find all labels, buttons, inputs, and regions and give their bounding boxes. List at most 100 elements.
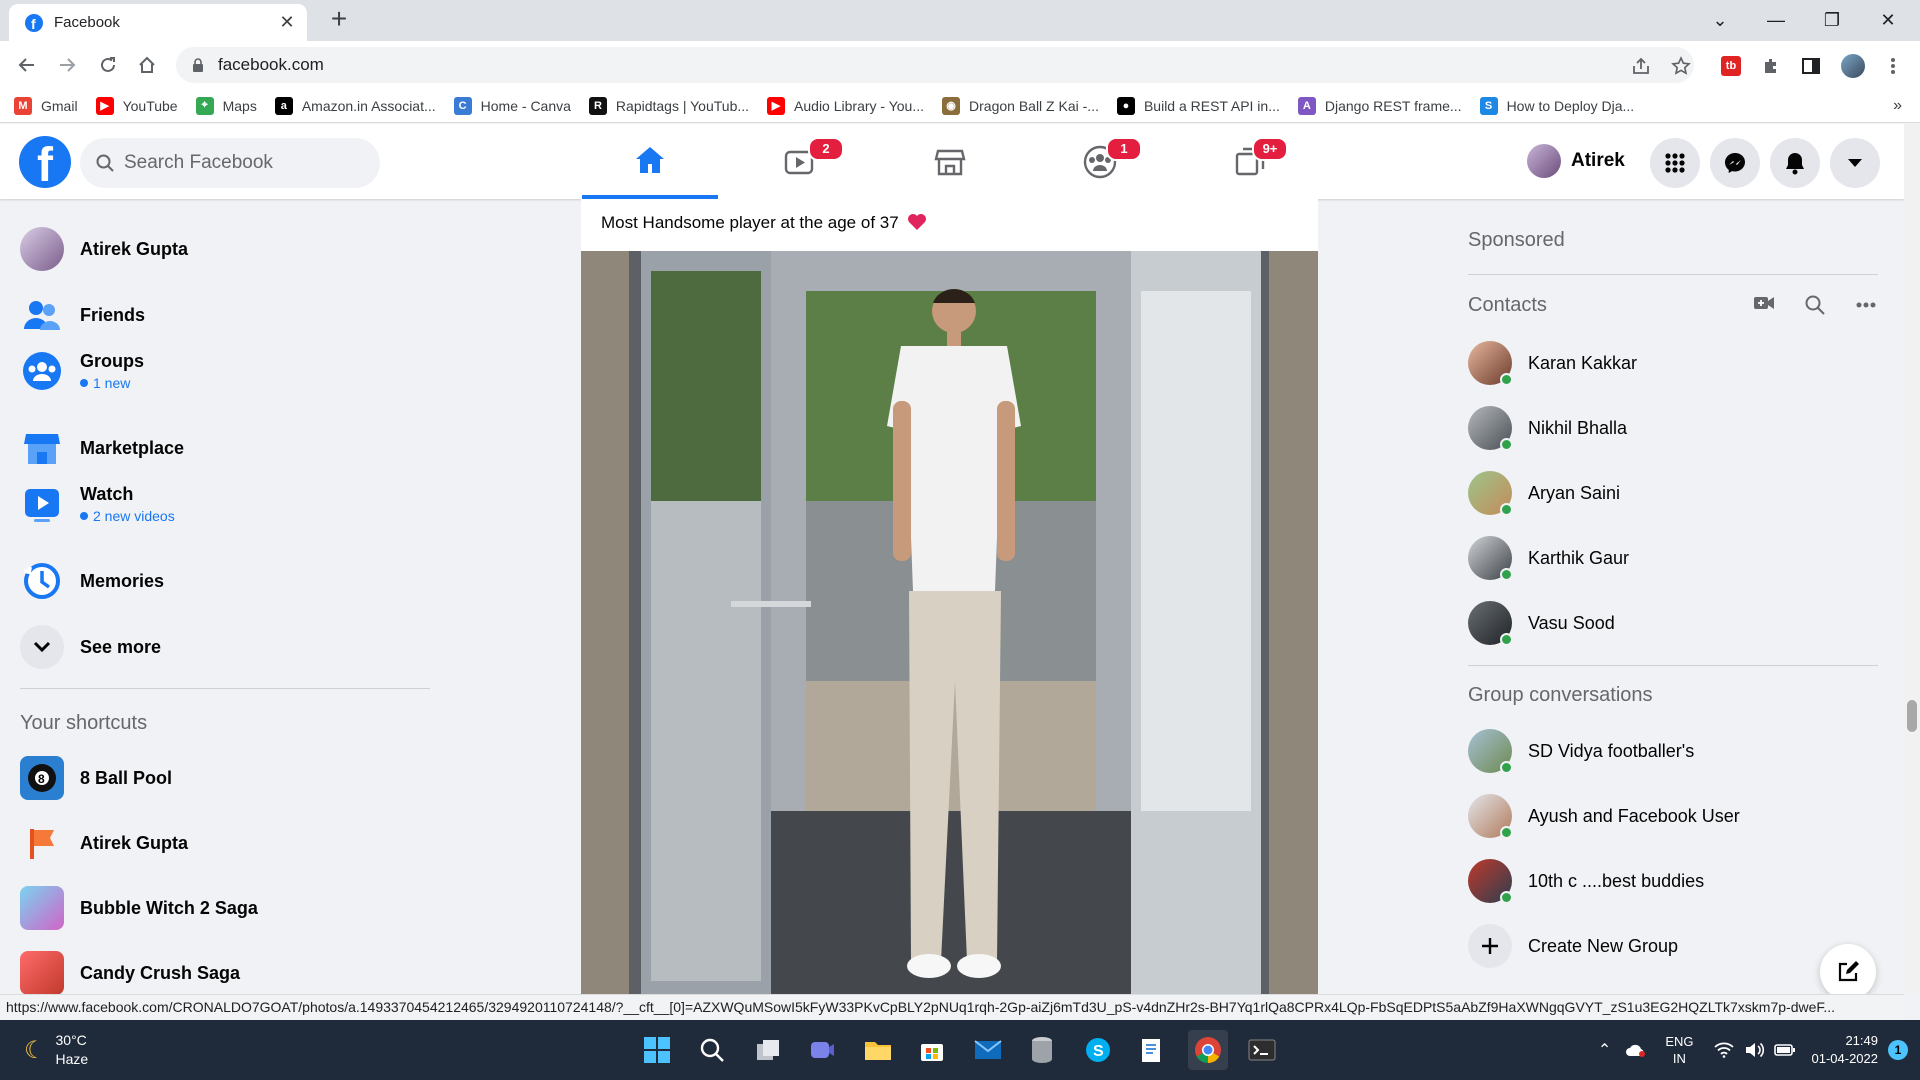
bookmark-label: Amazon.in Associat...: [301, 97, 436, 114]
sidebar-item-watch[interactable]: Watch 2 new videos: [20, 482, 175, 526]
file-explorer-icon[interactable]: [858, 1030, 898, 1070]
contact-karthik-gaur[interactable]: Karthik Gaur: [1468, 536, 1629, 581]
group-ayush-facebook-user[interactable]: Ayush and Facebook User: [1468, 794, 1740, 839]
weather-widget[interactable]: ☾ 30°C Haze: [24, 1031, 88, 1069]
sidebar-divider: [20, 688, 430, 689]
contact-nikhil-bhalla[interactable]: Nikhil Bhalla: [1468, 406, 1627, 451]
create-new-group-button[interactable]: Create New Group: [1468, 924, 1678, 968]
new-tab-button[interactable]: +: [325, 5, 353, 34]
teams-chat-icon[interactable]: [802, 1030, 842, 1070]
more-bookmarks-chevron-icon[interactable]: »: [1893, 97, 1902, 115]
back-arrow-icon[interactable]: [15, 53, 39, 77]
bookmark-item[interactable]: ▶ YouTube: [95, 96, 178, 115]
post-photo[interactable]: [581, 251, 1318, 994]
nav-tab-groups[interactable]: 1: [1032, 124, 1168, 199]
onedrive-icon[interactable]: [1625, 1043, 1647, 1057]
search-contacts-icon[interactable]: [1805, 295, 1825, 315]
mail-icon[interactable]: [968, 1030, 1008, 1070]
weather-temp: 30°C: [55, 1032, 87, 1048]
shortcut-bubble-witch[interactable]: Bubble Witch 2 Saga: [20, 886, 258, 930]
sidebar-item-friends[interactable]: Friends: [20, 293, 145, 337]
minimize-button[interactable]: —: [1748, 0, 1804, 41]
notifications-button[interactable]: [1770, 138, 1820, 188]
scrollbar-thumb[interactable]: [1907, 700, 1917, 732]
database-icon[interactable]: [1022, 1030, 1062, 1070]
home-icon[interactable]: [135, 53, 159, 77]
bookmark-item[interactable]: ● Build a REST API in...: [1116, 96, 1280, 115]
messenger-button[interactable]: [1710, 138, 1760, 188]
nav-tab-marketplace[interactable]: [882, 124, 1018, 199]
account-dropdown-button[interactable]: [1830, 138, 1880, 188]
contact-karan-kakkar[interactable]: Karan Kakkar: [1468, 341, 1637, 386]
group-sd-vidya[interactable]: SD Vidya footballer's: [1468, 729, 1695, 774]
terminal-icon[interactable]: [1242, 1030, 1282, 1070]
sidebar-item-profile[interactable]: Atirek Gupta: [20, 227, 188, 271]
share-icon[interactable]: [1628, 53, 1654, 79]
show-hidden-chevron-icon[interactable]: ⌃: [1598, 1040, 1611, 1060]
sponsored-heading: Sponsored: [1468, 229, 1565, 251]
wifi-icon[interactable]: [1713, 1042, 1734, 1058]
amazon-icon: a: [274, 96, 293, 115]
bookmark-item[interactable]: M Gmail: [14, 96, 78, 115]
restore-button[interactable]: ❐: [1804, 0, 1860, 41]
chrome-profile-avatar[interactable]: [1840, 53, 1866, 79]
shortcut-8-ball-pool[interactable]: 8 8 Ball Pool: [20, 756, 172, 800]
address-bar[interactable]: facebook.com: [176, 47, 1694, 83]
reload-icon[interactable]: [96, 53, 120, 77]
bookmark-item[interactable]: ◉ Dragon Ball Z Kai -...: [942, 96, 1099, 115]
nav-tab-home[interactable]: [582, 124, 718, 199]
chrome-icon[interactable]: [1188, 1030, 1228, 1070]
skype-icon[interactable]: S: [1078, 1030, 1118, 1070]
bookmark-item[interactable]: ⌖ Maps: [195, 96, 257, 115]
volume-icon[interactable]: [1744, 1042, 1764, 1058]
sidebar-item-groups[interactable]: Groups 1 new: [20, 349, 144, 393]
forward-arrow-icon[interactable]: [55, 53, 79, 77]
sidebar-item-memories[interactable]: Memories: [20, 559, 164, 603]
bookmark-item[interactable]: R Rapidtags | YouTub...: [588, 96, 749, 115]
group-10th-c-best-buddies[interactable]: 10th c ....best buddies: [1468, 859, 1704, 904]
battery-icon[interactable]: [1773, 1043, 1796, 1057]
notepad-icon[interactable]: [1132, 1030, 1172, 1070]
browser-tab-facebook[interactable]: f Facebook ✕: [9, 4, 307, 41]
facebook-logo-icon[interactable]: f: [19, 136, 71, 188]
bookmark-item[interactable]: S How to Deploy Dja...: [1479, 96, 1634, 115]
avatar: [1468, 729, 1513, 774]
language-indicator[interactable]: ENG IN: [1665, 1033, 1693, 1067]
online-indicator: [1500, 438, 1513, 451]
page-scrollbar[interactable]: [1904, 124, 1920, 994]
bookmark-item[interactable]: C Home - Canva: [453, 96, 571, 115]
8-ball-pool-icon: 8: [20, 756, 64, 800]
contacts-options-icon[interactable]: [1856, 302, 1876, 308]
sidebar-item-see-more[interactable]: See more: [20, 625, 161, 669]
nav-tab-watch[interactable]: 2: [732, 124, 868, 199]
bookmark-item[interactable]: A Django REST frame...: [1297, 96, 1462, 115]
bookmark-item[interactable]: ▶ Audio Library - You...: [767, 96, 924, 115]
contact-aryan-saini[interactable]: Aryan Saini: [1468, 471, 1620, 516]
microsoft-store-icon[interactable]: [912, 1030, 952, 1070]
side-panel-icon[interactable]: [1798, 53, 1824, 79]
extension-tb-icon[interactable]: tb: [1718, 53, 1744, 79]
group-name: SD Vidya footballer's: [1528, 740, 1695, 761]
shortcut-atirek-page[interactable]: Atirek Gupta: [20, 821, 188, 865]
start-windows-icon[interactable]: [637, 1030, 677, 1070]
bookmark-item[interactable]: a Amazon.in Associat...: [274, 96, 436, 115]
search-input[interactable]: Search Facebook: [80, 138, 380, 188]
bookmark-star-icon[interactable]: [1668, 53, 1694, 79]
extensions-puzzle-icon[interactable]: [1758, 53, 1784, 79]
new-room-video-icon[interactable]: [1753, 293, 1775, 313]
taskbar-search-icon[interactable]: [692, 1030, 732, 1070]
tab-search-chevron-icon[interactable]: ⌄: [1692, 0, 1748, 41]
chrome-menu-icon[interactable]: [1880, 53, 1906, 79]
close-window-button[interactable]: ✕: [1860, 0, 1916, 41]
profile-chip[interactable]: Atirek: [1527, 144, 1625, 178]
contact-vasu-sood[interactable]: Vasu Sood: [1468, 601, 1615, 646]
nav-tab-gaming[interactable]: 9+: [1182, 124, 1318, 199]
new-message-button[interactable]: [1820, 944, 1876, 1000]
shortcut-candy-crush[interactable]: Candy Crush Saga: [20, 951, 240, 995]
menu-grid-button[interactable]: [1650, 138, 1700, 188]
close-tab-icon[interactable]: ✕: [277, 12, 297, 33]
notification-count-badge[interactable]: 1: [1888, 1040, 1908, 1060]
task-view-icon[interactable]: [748, 1030, 788, 1070]
clock[interactable]: 21:49 01-04-2022: [1812, 1032, 1879, 1068]
sidebar-item-marketplace[interactable]: Marketplace: [20, 426, 184, 470]
